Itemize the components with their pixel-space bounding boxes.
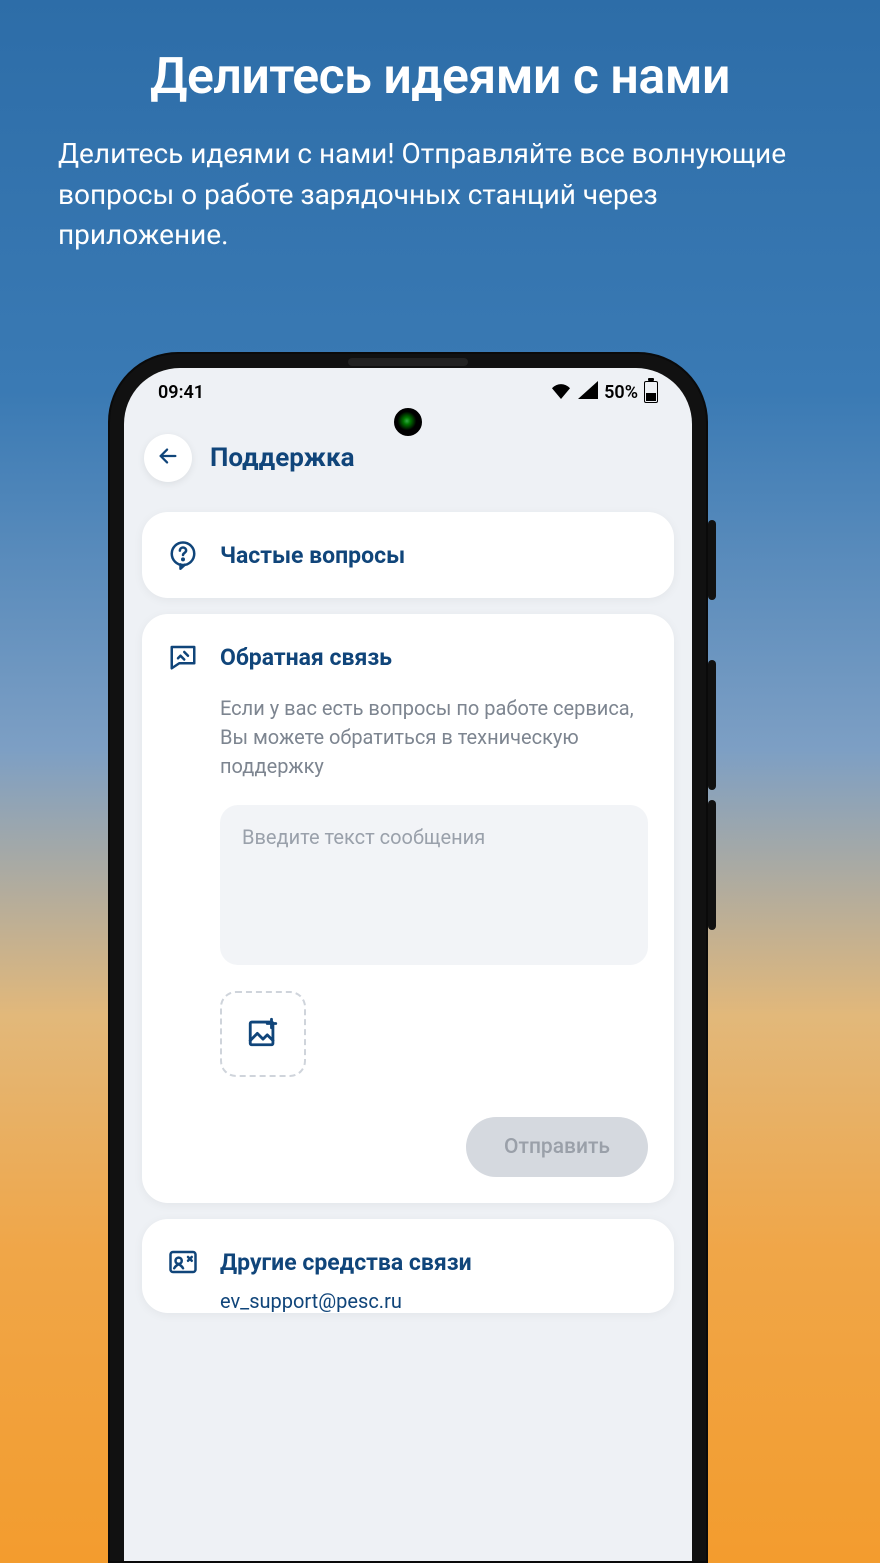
arrow-left-icon	[157, 445, 179, 471]
promo-title: Делитесь идеями с нами	[0, 0, 880, 106]
send-button[interactable]: Отправить	[466, 1117, 648, 1177]
phone-screen: 09:41 50%	[124, 368, 692, 1561]
status-bar: 09:41 50%	[124, 368, 692, 408]
cellular-icon	[578, 381, 598, 404]
back-button[interactable]	[144, 434, 192, 482]
other-contacts-card: Другие средства связи ev_support@pesc.ru	[142, 1219, 674, 1313]
phone-volume-down	[708, 800, 716, 930]
question-icon	[168, 540, 198, 570]
contact-card-icon	[168, 1247, 198, 1277]
phone-side-button	[708, 520, 716, 600]
feedback-icon	[168, 642, 198, 672]
faq-title: Частые вопросы	[220, 542, 405, 569]
message-input[interactable]: Введите текст сообщения	[220, 805, 648, 965]
feedback-title: Обратная связь	[220, 644, 392, 671]
feedback-card: Обратная связь Если у вас есть вопросы п…	[142, 614, 674, 1203]
promo-subtitle: Делитесь идеями с нами! Отправляйте все …	[0, 106, 880, 256]
phone-volume-up	[708, 660, 716, 790]
other-contacts-title: Другие средства связи	[220, 1249, 472, 1276]
battery-percent: 50%	[604, 382, 638, 403]
promo-background: Делитесь идеями с нами Делитесь идеями с…	[0, 0, 880, 1563]
wifi-icon	[550, 381, 572, 404]
status-time: 09:41	[158, 382, 204, 403]
image-add-icon	[246, 1015, 280, 1053]
phone-frame: 09:41 50%	[108, 352, 708, 1563]
phone-camera	[394, 408, 422, 436]
feedback-description: Если у вас есть вопросы по работе сервис…	[142, 694, 674, 781]
phone-speaker	[348, 358, 468, 366]
support-email-link[interactable]: ev_support@pesc.ru	[142, 1289, 674, 1313]
attach-image-button[interactable]	[220, 991, 306, 1077]
battery-icon	[644, 381, 658, 403]
page-title: Поддержка	[210, 443, 355, 473]
faq-card[interactable]: Частые вопросы	[142, 512, 674, 598]
status-right: 50%	[550, 381, 658, 404]
